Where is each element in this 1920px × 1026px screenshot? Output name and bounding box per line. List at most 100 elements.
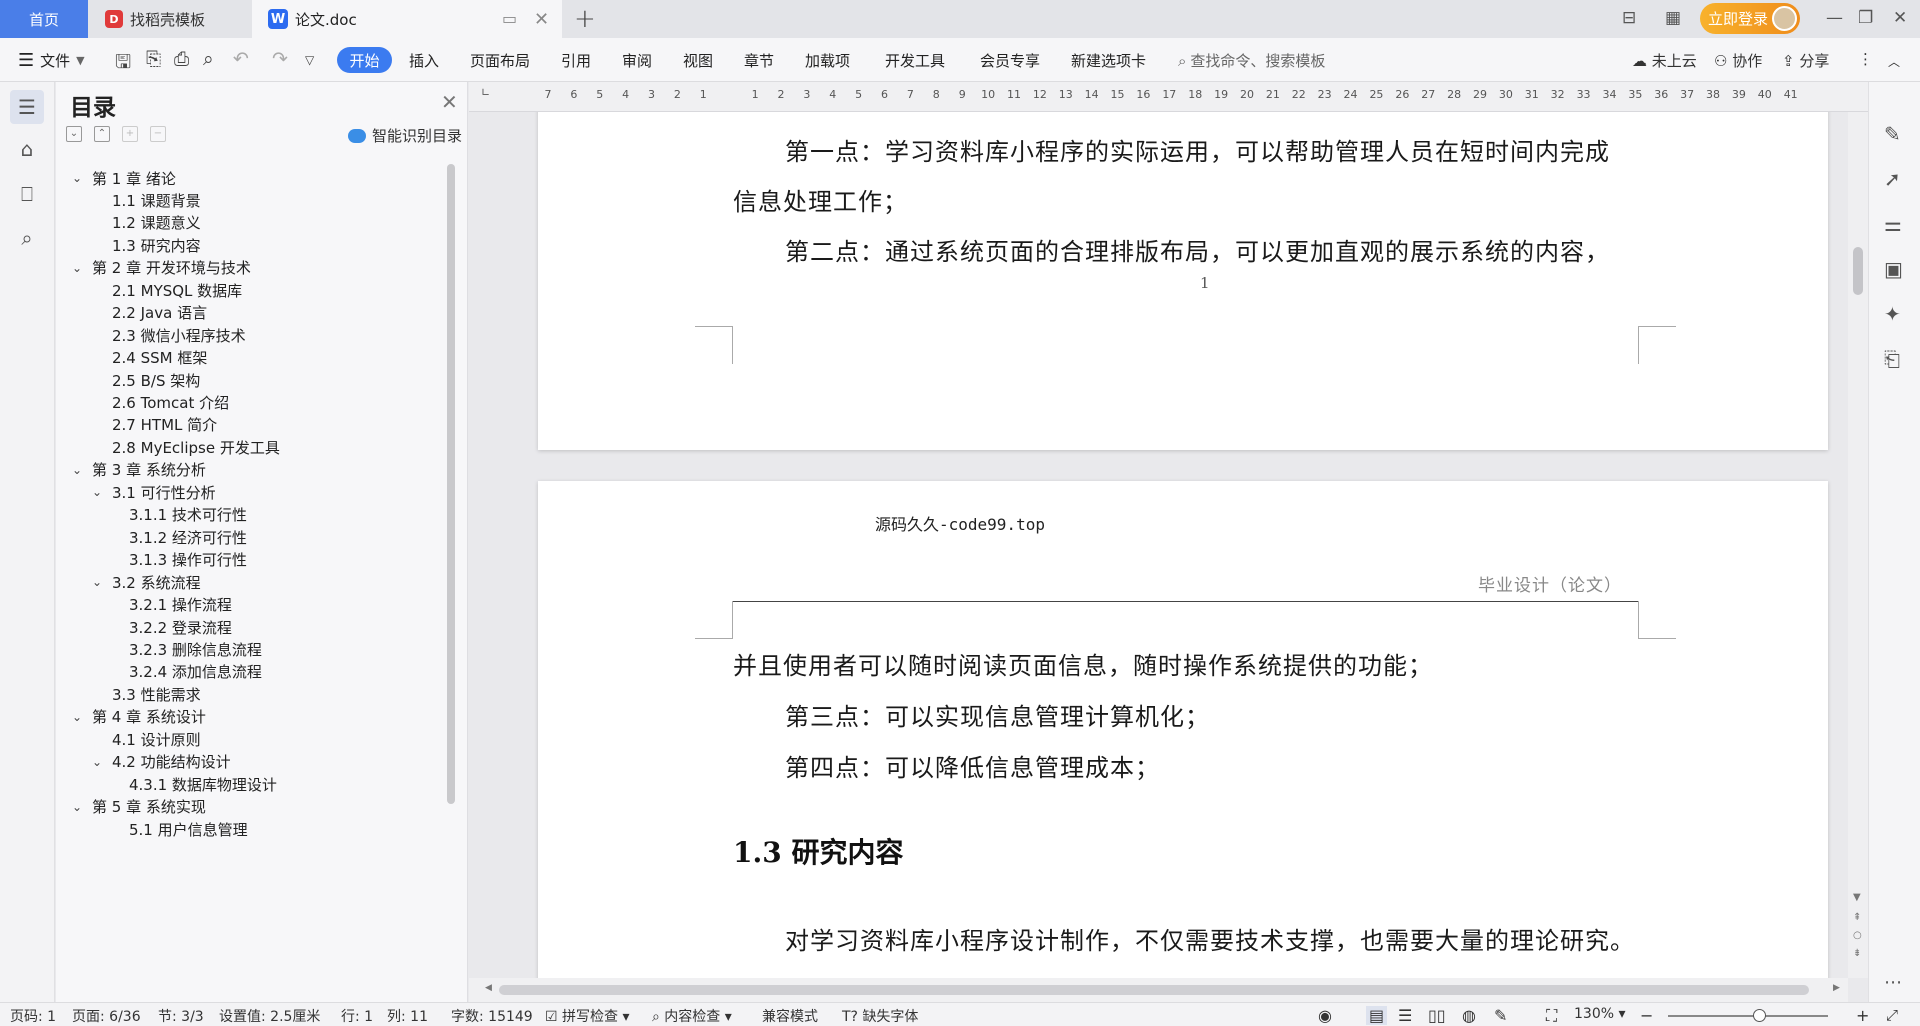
toc-item[interactable]: 2.6 Tomcat 介绍 — [92, 391, 229, 415]
toc-scrollbar[interactable] — [447, 164, 455, 804]
toc-item[interactable]: 4.1 设计原则 — [92, 727, 201, 751]
save-icon[interactable]: 🖫 — [115, 48, 131, 80]
cursor-icon[interactable]: ➚ — [1884, 167, 1901, 191]
tab-view[interactable]: 视图 — [683, 38, 713, 82]
redo-icon[interactable]: ↷ — [272, 48, 288, 70]
more-icon[interactable]: ⋮ — [1858, 50, 1873, 68]
document-canvas[interactable]: 第一点：学习资料库小程序的实际运用，可以帮助管理人员在短时间内完成 信息处理工作… — [469, 112, 1869, 978]
content-check-button[interactable]: ⌕ 内容检查 ▾ — [652, 1006, 732, 1026]
tab-home[interactable]: 首页 — [0, 0, 88, 38]
pen-icon[interactable]: ✎ — [1884, 122, 1901, 146]
chevron-down-icon[interactable]: ⌄ — [72, 171, 92, 185]
zoom-slider[interactable] — [1668, 1015, 1828, 1017]
toc-item[interactable]: 3.2.3 删除信息流程 — [109, 637, 262, 661]
document-page[interactable]: 第一点：学习资料库小程序的实际运用，可以帮助管理人员在短时间内完成 信息处理工作… — [538, 112, 1828, 450]
reader-icon[interactable]: ⎗ — [1884, 347, 1900, 371]
adjust-icon[interactable]: ⚌ — [1884, 212, 1902, 236]
scroll-left-icon[interactable]: ◀ — [485, 983, 492, 993]
status-col[interactable]: 列: 11 — [387, 1006, 428, 1026]
command-search[interactable]: ⌕ 查找命令、搜索模板 — [1178, 50, 1325, 71]
toc-item[interactable]: ⌄ 3.1 可行性分析 — [92, 480, 216, 504]
toc-item[interactable]: ⌄ 4.2 功能结构设计 — [92, 750, 231, 774]
file-menu-button[interactable]: ☰ 文件 ▼ — [18, 38, 85, 82]
toc-item[interactable]: 5.1 用户信息管理 — [109, 817, 248, 841]
tab-templates[interactable]: D 找稻壳模板 — [89, 0, 251, 38]
write-view-icon[interactable]: ✎ — [1494, 1006, 1507, 1025]
zoom-level-dropdown[interactable]: 130% ▾ — [1574, 1006, 1626, 1022]
toc-item[interactable]: 1.3 研究内容 — [92, 233, 201, 257]
toc-item[interactable]: 2.5 B/S 架构 — [92, 368, 200, 392]
zoom-out-icon[interactable]: − — [1640, 1006, 1653, 1025]
toc-item[interactable]: 2.4 SSM 框架 — [92, 346, 207, 370]
tab-stop-icon[interactable]: ∟ — [481, 86, 490, 99]
toc-item[interactable]: 3.2.4 添加信息流程 — [109, 660, 262, 684]
reading-view-icon[interactable]: ▯▯ — [1428, 1006, 1446, 1025]
tab-document[interactable]: W 论文.doc ▭ ✕ — [252, 0, 562, 38]
apps-grid-icon[interactable]: ▦ — [1665, 8, 1681, 28]
chevron-down-icon[interactable]: ⌄ — [72, 710, 92, 724]
print-preview-icon[interactable]: ⌕ — [203, 48, 214, 70]
toc-item[interactable]: ⌄ 第 5 章 系统实现 — [72, 795, 206, 819]
scroll-down-icon[interactable]: ▼ — [1853, 892, 1861, 903]
tab-page-layout[interactable]: 页面布局 — [470, 38, 530, 82]
toc-item[interactable]: ⌄ 第 4 章 系统设计 — [72, 705, 206, 729]
tab-new[interactable]: 新建选项卡 — [1071, 38, 1146, 82]
remove-heading-icon[interactable]: − — [150, 126, 166, 142]
horizontal-scrollbar[interactable]: ◀ ▶ — [469, 978, 1848, 1002]
toc-item[interactable]: 3.1.2 经济可行性 — [109, 525, 247, 549]
restore-icon[interactable]: ❐ — [1858, 8, 1873, 28]
toc-item[interactable]: 3.1.3 操作可行性 — [109, 548, 247, 572]
status-section[interactable]: 节: 3/3 — [158, 1006, 204, 1026]
page-view-icon[interactable]: ▤ — [1366, 1006, 1388, 1025]
fullscreen-icon[interactable]: ⤢ — [1886, 1006, 1898, 1024]
close-window-icon[interactable]: ✕ — [1893, 8, 1907, 28]
toc-item[interactable]: ⌄ 第 2 章 开发环境与技术 — [72, 256, 251, 280]
ai-icon[interactable]: ✦ — [1884, 302, 1901, 326]
export-pdf-icon[interactable]: ⎘ — [146, 48, 161, 70]
status-page[interactable]: 页面: 6/36 — [72, 1006, 141, 1026]
tab-review[interactable]: 审阅 — [622, 38, 652, 82]
web-view-icon[interactable]: ◍ — [1462, 1006, 1476, 1025]
new-tab-button[interactable]: + — [574, 4, 596, 34]
toc-item[interactable]: 1.2 课题意义 — [92, 211, 201, 235]
find-icon[interactable]: ⌕ — [14, 226, 40, 252]
tab-member[interactable]: 会员专享 — [980, 38, 1040, 82]
tab-close-icon[interactable]: ✕ — [534, 9, 549, 30]
tab-references[interactable]: 引用 — [561, 38, 591, 82]
horizontal-ruler[interactable]: ∟ 7 6 5 4 3 2 1 1 2 3 4 5 6 7 8 9 10 11 12 13 14 15 16 17 18 19 20… — [469, 82, 1869, 112]
undo-icon[interactable]: ↶ — [233, 48, 249, 70]
missing-font-button[interactable]: T? 缺失字体 — [842, 1006, 918, 1026]
status-page-code[interactable]: 页码: 1 — [10, 1006, 56, 1026]
toc-item[interactable]: 3.3 性能需求 — [92, 682, 201, 706]
tab-developer[interactable]: 开发工具 — [885, 38, 945, 82]
print-icon[interactable]: ⎙ — [174, 48, 189, 70]
toc-item[interactable]: 2.8 MyEclipse 开发工具 — [92, 435, 280, 459]
next-page-icon[interactable]: ⇟ — [1853, 948, 1861, 959]
status-word-count[interactable]: 字数: 15149 — [451, 1006, 533, 1026]
toc-item[interactable]: ⌄ 第 3 章 系统分析 — [72, 458, 206, 482]
toc-item[interactable]: ⌄ 第 1 章 绪论 — [72, 166, 176, 190]
chevron-down-icon[interactable]: ⌄ — [92, 485, 112, 499]
toc-item[interactable]: 2.1 MYSQL 数据库 — [92, 278, 242, 302]
vertical-scrollbar[interactable]: ▼ ⇞ ○ ⇟ — [1848, 112, 1868, 978]
outline-view-icon[interactable]: ☰ — [1398, 1006, 1412, 1025]
collaborate-button[interactable]: ⚇ 协作 — [1714, 50, 1762, 71]
tab-start[interactable]: 开始 — [337, 47, 392, 73]
chapter-nav-icon[interactable]: ⌂ — [14, 137, 40, 163]
toc-item[interactable]: 1.1 课题背景 — [92, 188, 201, 212]
more-dots-icon[interactable]: ⋯ — [1884, 972, 1902, 993]
chevron-down-icon[interactable]: ⌄ — [92, 575, 112, 589]
bookmark-icon[interactable]: ⎕ — [14, 182, 40, 208]
zoom-in-icon[interactable]: + — [1856, 1006, 1869, 1025]
share-button[interactable]: ⇪ 分享 — [1782, 50, 1829, 71]
toc-item[interactable]: ⌄ 3.2 系统流程 — [92, 570, 201, 594]
expand-all-icon[interactable]: ⌄ — [66, 126, 82, 142]
login-button[interactable]: 立即登录 — [1700, 3, 1800, 34]
scroll-right-icon[interactable]: ▶ — [1833, 983, 1840, 993]
toc-item[interactable]: 2.3 微信小程序技术 — [92, 323, 246, 347]
zoom-slider-handle[interactable] — [1753, 1009, 1766, 1022]
toc-item[interactable]: 2.7 HTML 简介 — [92, 413, 217, 437]
add-heading-icon[interactable]: + — [122, 126, 138, 142]
eye-protection-icon[interactable]: ◉ — [1318, 1006, 1332, 1025]
tab-chapter[interactable]: 章节 — [744, 38, 774, 82]
